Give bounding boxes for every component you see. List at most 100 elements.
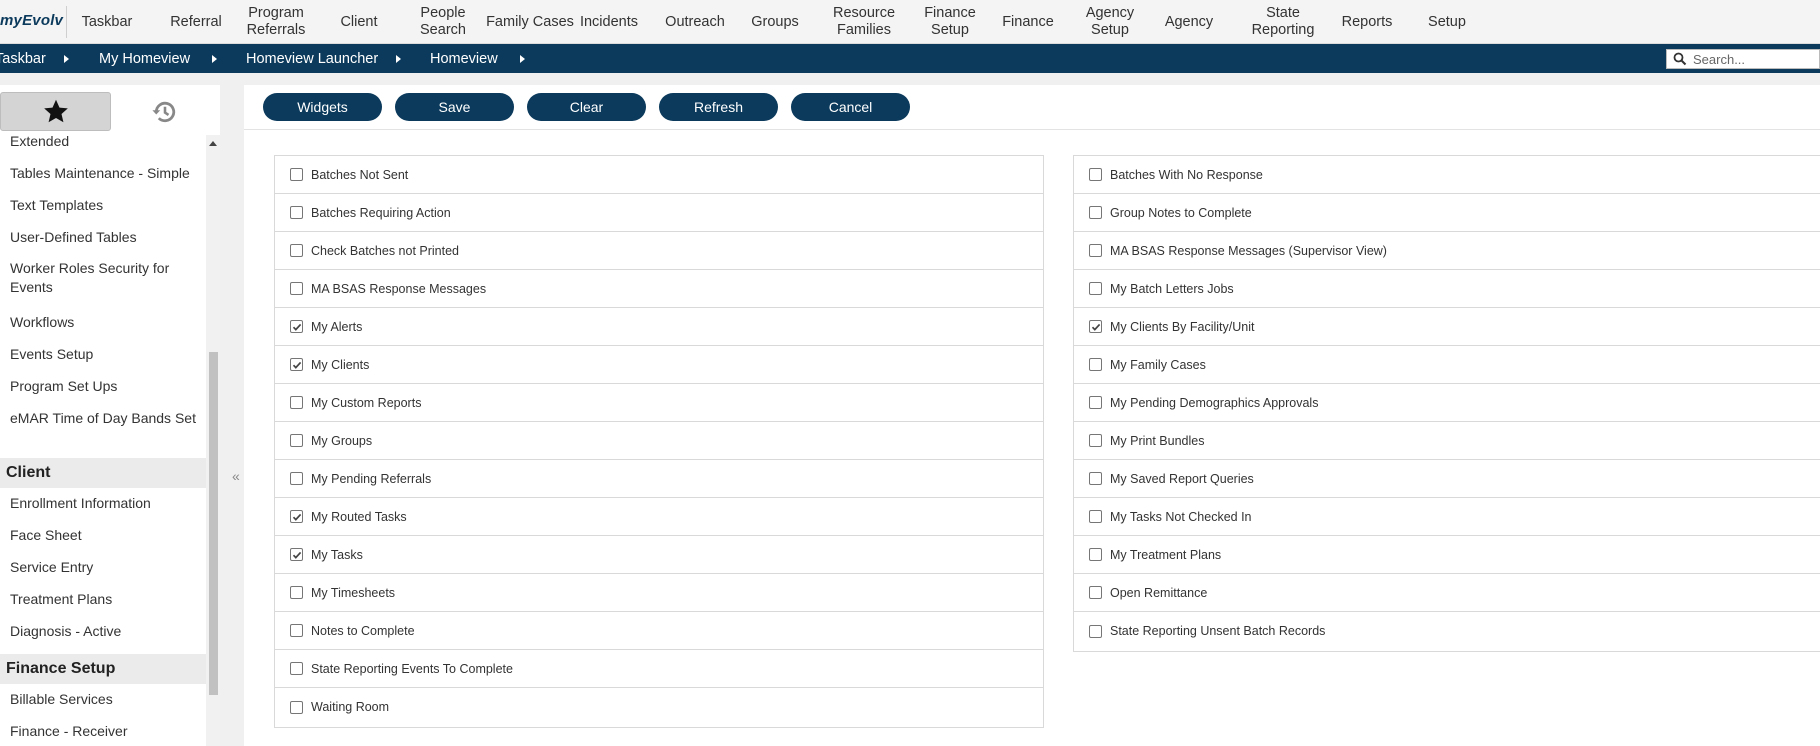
nav-item-people-search[interactable]: People Search bbox=[405, 0, 481, 44]
widget-row-state-reporting-unsent-batch-records[interactable]: State Reporting Unsent Batch Records bbox=[1074, 612, 1820, 650]
widget-checkbox[interactable] bbox=[290, 168, 303, 181]
collapse-sidebar-icon[interactable]: « bbox=[232, 468, 240, 484]
sidebar-item-text-templates[interactable]: Text Templates bbox=[10, 196, 200, 215]
breadcrumb-item-homeview[interactable]: Homeview bbox=[430, 44, 498, 73]
widget-checkbox[interactable] bbox=[1089, 168, 1102, 181]
cancel-button[interactable]: Cancel bbox=[791, 93, 910, 121]
widget-checkbox[interactable] bbox=[290, 662, 303, 675]
scroll-up-icon[interactable] bbox=[209, 141, 217, 146]
widget-row-my-alerts[interactable]: My Alerts bbox=[275, 308, 1043, 346]
widget-row-my-tasks[interactable]: My Tasks bbox=[275, 536, 1043, 574]
nav-item-incidents[interactable]: Incidents bbox=[575, 0, 643, 44]
widget-row-my-family-cases[interactable]: My Family Cases bbox=[1074, 346, 1820, 384]
widget-row-notes-to-complete[interactable]: Notes to Complete bbox=[275, 612, 1043, 650]
widget-checkbox[interactable] bbox=[290, 472, 303, 485]
widget-checkbox[interactable] bbox=[1089, 434, 1102, 447]
sidebar-item-tables-maintenance-simple[interactable]: Tables Maintenance - Simple bbox=[10, 164, 200, 183]
widget-checkbox[interactable] bbox=[290, 396, 303, 409]
widget-row-my-tasks-not-checked-in[interactable]: My Tasks Not Checked In bbox=[1074, 498, 1820, 536]
nav-item-client[interactable]: Client bbox=[330, 0, 388, 44]
widget-row-ma-bsas-response-messages-supervisor-view-[interactable]: MA BSAS Response Messages (Supervisor Vi… bbox=[1074, 232, 1820, 270]
widgets-button[interactable]: Widgets bbox=[263, 93, 382, 121]
clear-button[interactable]: Clear bbox=[527, 93, 646, 121]
widget-row-state-reporting-events-to-complete[interactable]: State Reporting Events To Complete bbox=[275, 650, 1043, 688]
widget-row-my-clients[interactable]: My Clients bbox=[275, 346, 1043, 384]
sidebar-item-emar-time-of-day-bands-set[interactable]: eMAR Time of Day Bands Set bbox=[10, 409, 200, 428]
sidebar-collapse-strip[interactable] bbox=[220, 85, 230, 746]
widget-checkbox[interactable] bbox=[1089, 472, 1102, 485]
widget-checkbox[interactable] bbox=[290, 244, 303, 257]
nav-item-outreach[interactable]: Outreach bbox=[655, 0, 735, 44]
nav-item-program-referrals[interactable]: Program Referrals bbox=[238, 0, 314, 44]
breadcrumb-item-my-homeview[interactable]: My Homeview bbox=[99, 44, 190, 73]
sidebar-item-workflows[interactable]: Workflows bbox=[10, 313, 200, 332]
sidebar-item-events-setup[interactable]: Events Setup bbox=[10, 345, 200, 364]
widget-checkbox[interactable] bbox=[290, 548, 303, 561]
widget-checkbox[interactable] bbox=[290, 510, 303, 523]
widget-row-group-notes-to-complete[interactable]: Group Notes to Complete bbox=[1074, 194, 1820, 232]
widget-row-my-saved-report-queries[interactable]: My Saved Report Queries bbox=[1074, 460, 1820, 498]
widget-row-waiting-room[interactable]: Waiting Room bbox=[275, 688, 1043, 726]
widget-row-my-timesheets[interactable]: My Timesheets bbox=[275, 574, 1043, 612]
widget-checkbox[interactable] bbox=[290, 206, 303, 219]
widget-row-ma-bsas-response-messages[interactable]: MA BSAS Response Messages bbox=[275, 270, 1043, 308]
nav-item-resource-families[interactable]: Resource Families bbox=[820, 0, 908, 44]
nav-item-state-reporting[interactable]: State Reporting bbox=[1238, 0, 1328, 44]
widget-checkbox[interactable] bbox=[290, 320, 303, 333]
widget-checkbox[interactable] bbox=[290, 434, 303, 447]
widget-row-my-treatment-plans[interactable]: My Treatment Plans bbox=[1074, 536, 1820, 574]
widget-row-my-clients-by-facility-unit[interactable]: My Clients By Facility/Unit bbox=[1074, 308, 1820, 346]
nav-item-taskbar[interactable]: Taskbar bbox=[72, 0, 142, 44]
search-box[interactable] bbox=[1666, 49, 1820, 69]
breadcrumb-item-taskbar[interactable]: Taskbar bbox=[0, 44, 46, 73]
refresh-button[interactable]: Refresh bbox=[659, 93, 778, 121]
widget-checkbox[interactable] bbox=[1089, 282, 1102, 295]
widget-row-my-routed-tasks[interactable]: My Routed Tasks bbox=[275, 498, 1043, 536]
nav-item-finance[interactable]: Finance bbox=[990, 0, 1066, 44]
sidebar-item-service-entry[interactable]: Service Entry bbox=[10, 558, 200, 577]
widget-checkbox[interactable] bbox=[290, 700, 303, 714]
widget-row-open-remittance[interactable]: Open Remittance bbox=[1074, 574, 1820, 612]
app-logo[interactable]: myEvolv bbox=[0, 12, 63, 29]
widget-checkbox[interactable] bbox=[1089, 548, 1102, 561]
scrollbar-thumb[interactable] bbox=[209, 352, 218, 695]
sidebar-item-face-sheet[interactable]: Face Sheet bbox=[10, 526, 200, 545]
nav-item-referral[interactable]: Referral bbox=[162, 0, 230, 44]
nav-item-family-cases[interactable]: Family Cases bbox=[482, 0, 578, 44]
widget-row-my-groups[interactable]: My Groups bbox=[275, 422, 1043, 460]
widget-row-batches-not-sent[interactable]: Batches Not Sent bbox=[275, 156, 1043, 194]
widget-checkbox[interactable] bbox=[290, 282, 303, 295]
sidebar-item-enrollment-information[interactable]: Enrollment Information bbox=[10, 494, 200, 513]
breadcrumb-item-homeview-launcher[interactable]: Homeview Launcher bbox=[246, 44, 378, 73]
nav-item-groups[interactable]: Groups bbox=[742, 0, 808, 44]
widget-checkbox[interactable] bbox=[1089, 244, 1102, 257]
sidebar-item-extended[interactable]: Extended bbox=[10, 135, 200, 151]
widget-checkbox[interactable] bbox=[290, 586, 303, 599]
nav-item-setup[interactable]: Setup bbox=[1413, 0, 1481, 44]
widget-row-check-batches-not-printed[interactable]: Check Batches not Printed bbox=[275, 232, 1043, 270]
widget-row-batches-requiring-action[interactable]: Batches Requiring Action bbox=[275, 194, 1043, 232]
widget-checkbox[interactable] bbox=[1089, 510, 1102, 523]
sidebar-item-diagnosis-active[interactable]: Diagnosis - Active bbox=[10, 622, 200, 641]
sidebar-scrollbar[interactable] bbox=[206, 135, 220, 746]
nav-item-reports[interactable]: Reports bbox=[1327, 0, 1407, 44]
nav-item-finance-setup[interactable]: Finance Setup bbox=[910, 0, 990, 44]
widget-row-my-custom-reports[interactable]: My Custom Reports bbox=[275, 384, 1043, 422]
sidebar-item-treatment-plans[interactable]: Treatment Plans bbox=[10, 590, 200, 609]
widget-checkbox[interactable] bbox=[290, 358, 303, 371]
sidebar-item-program-set-ups[interactable]: Program Set Ups bbox=[10, 377, 200, 396]
tab-favorites[interactable] bbox=[0, 92, 111, 131]
nav-item-agency[interactable]: Agency bbox=[1155, 0, 1223, 44]
tab-history[interactable] bbox=[115, 92, 215, 131]
search-input[interactable] bbox=[1693, 51, 1813, 67]
widget-checkbox[interactable] bbox=[1089, 358, 1102, 371]
widget-checkbox[interactable] bbox=[1089, 396, 1102, 409]
widget-row-batches-with-no-response[interactable]: Batches With No Response bbox=[1074, 156, 1820, 194]
widget-row-my-pending-demographics-approvals[interactable]: My Pending Demographics Approvals bbox=[1074, 384, 1820, 422]
widget-row-my-batch-letters-jobs[interactable]: My Batch Letters Jobs bbox=[1074, 270, 1820, 308]
widget-checkbox[interactable] bbox=[1089, 586, 1102, 599]
widget-row-my-print-bundles[interactable]: My Print Bundles bbox=[1074, 422, 1820, 460]
widget-checkbox[interactable] bbox=[290, 624, 303, 637]
save-button[interactable]: Save bbox=[395, 93, 514, 121]
sidebar-item-finance-receiver[interactable]: Finance - Receiver bbox=[10, 722, 200, 741]
